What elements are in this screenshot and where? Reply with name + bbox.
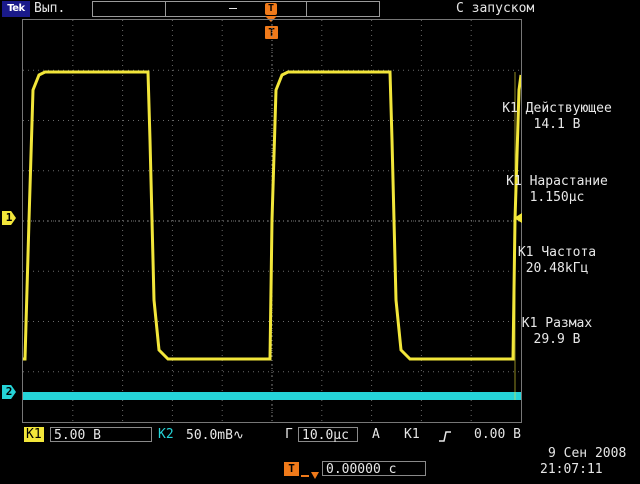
ch1-scale[interactable]: 5.00 В <box>50 427 152 443</box>
trigger-source[interactable]: К1 <box>404 427 420 442</box>
measurement-value: 14.1 В <box>533 117 581 132</box>
date: 9 Сен 2008 <box>548 446 627 461</box>
trigger-position-icon: T <box>284 462 299 476</box>
brand-logo: Tek <box>2 1 30 17</box>
measurement-value: 1.150μс <box>529 190 585 205</box>
ch1-ground-marker[interactable]: 1 <box>2 211 16 225</box>
record-trigger-marker: T <box>265 3 277 15</box>
arrow-right-down-icon <box>301 465 319 479</box>
timebase-scale[interactable]: 10.0μс <box>298 427 358 443</box>
trigger-label: А <box>372 427 380 442</box>
measurement-label: К1 Размах <box>521 316 593 331</box>
measurement-value: 29.9 В <box>533 332 581 347</box>
timebase-label: Г <box>285 427 293 442</box>
clock: 21:07:11 <box>540 462 603 477</box>
trigger-level[interactable]: 0.00 В <box>474 427 521 442</box>
waveform-display[interactable] <box>22 19 522 423</box>
record-center-tick <box>229 8 237 9</box>
measurement-rms: К1 Действующее 14.1 В <box>482 101 632 133</box>
rising-edge-icon <box>438 428 452 442</box>
ch1-label[interactable]: К1 <box>24 427 44 442</box>
measurement-label: К1 Частота <box>517 245 597 260</box>
measurement-frequency: К1 Частота 20.48kГц <box>482 245 632 277</box>
measurement-value: 20.48kГц <box>525 261 589 276</box>
measurement-label: К1 Действующее <box>502 101 612 116</box>
measurement-peak-to-peak: К1 Размах 29.9 В <box>482 316 632 348</box>
trigger-position-value[interactable]: 0.00000 с <box>322 461 426 477</box>
ch2-ground-marker[interactable]: 2 <box>2 385 16 399</box>
acquisition-mode[interactable]: Вып. <box>34 1 65 16</box>
waveform-svg <box>23 20 521 422</box>
measurement-label: К1 Нарастание <box>506 174 608 189</box>
record-window <box>165 2 307 16</box>
measurement-rise-time: К1 Нарастание 1.150μс <box>482 174 632 206</box>
ch2-scale[interactable]: 50.0mВ∿ <box>182 427 280 443</box>
trigger-state: С запуском <box>456 1 535 16</box>
ch2-label[interactable]: К2 <box>156 427 176 442</box>
ch2-waveform <box>23 392 521 400</box>
record-position-bar[interactable]: T <box>92 1 380 17</box>
